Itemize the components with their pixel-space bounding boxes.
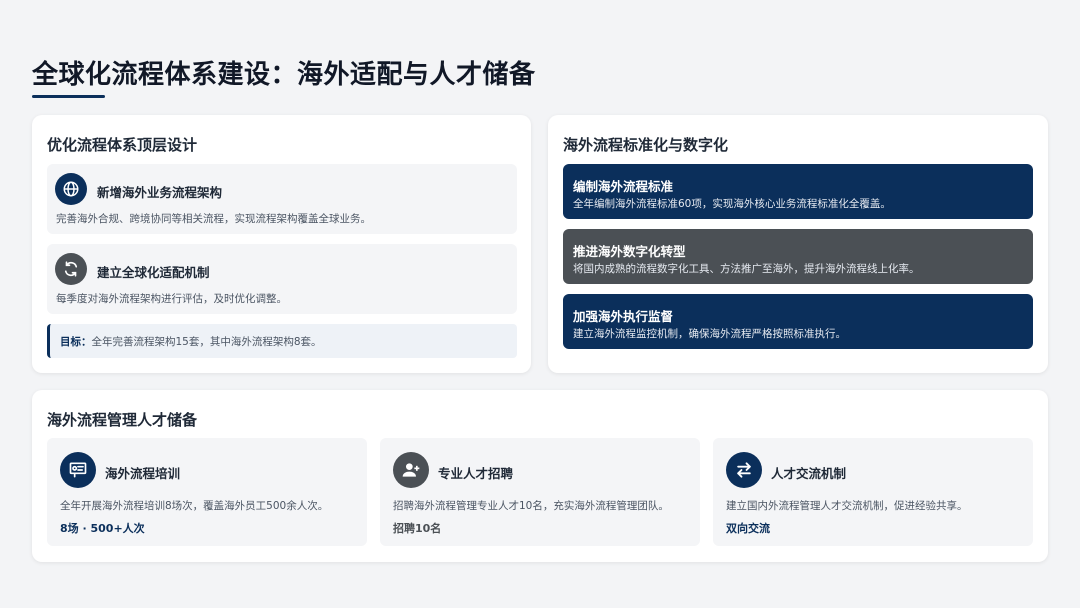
talent-stat: 双向交流 <box>726 522 770 535</box>
talent-card: 海外流程管理人才储备 海外流程培训 全年开展海外流程培训8场次，覆盖海外员工50… <box>32 390 1048 562</box>
top-design-heading: 优化流程体系顶层设计 <box>47 136 198 154</box>
std-item-supervision: 加强海外执行监督 建立海外流程监控机制，确保海外流程严格按照标准执行。 <box>563 294 1033 349</box>
goal-label: 目标： <box>60 335 92 348</box>
talent-item-recruitment: 专业人才招聘 招聘海外流程管理专业人才10名，充实海外流程管理团队。 招聘10名 <box>380 438 700 546</box>
item-desc: 完善海外合规、跨境协同等相关流程，实现流程架构覆盖全球业务。 <box>56 213 371 225</box>
refresh-icon <box>55 253 87 285</box>
talent-desc: 招聘海外流程管理专业人才10名，充实海外流程管理团队。 <box>393 500 669 512</box>
top-design-card: 优化流程体系顶层设计 新增海外业务流程架构 完善海外合规、跨境协同等相关流程，实… <box>32 115 531 373</box>
title-underline <box>32 95 105 98</box>
standardization-card: 海外流程标准化与数字化 编制海外流程标准 全年编制海外流程标准60项，实现海外核… <box>548 115 1048 373</box>
talent-heading: 海外流程管理人才储备 <box>47 411 198 429</box>
talent-desc: 建立国内外流程管理人才交流机制，促进经验共享。 <box>726 500 968 512</box>
talent-stat: 8场 · 500+人次 <box>60 522 145 535</box>
talent-item-training: 海外流程培训 全年开展海外流程培训8场次，覆盖海外员工500余人次。 8场 · … <box>47 438 367 546</box>
std-desc: 全年编制海外流程标准60项，实现海外核心业务流程标准化全覆盖。 <box>573 198 891 210</box>
std-title: 加强海外执行监督 <box>573 309 674 324</box>
item-desc: 每季度对海外流程架构进行评估，及时优化调整。 <box>56 293 287 305</box>
top-design-item-adaptation: 建立全球化适配机制 每季度对海外流程架构进行评估，及时优化调整。 <box>47 244 517 314</box>
std-item-standards: 编制海外流程标准 全年编制海外流程标准60项，实现海外核心业务流程标准化全覆盖。 <box>563 164 1033 219</box>
item-title: 建立全球化适配机制 <box>97 265 210 280</box>
std-title: 推进海外数字化转型 <box>573 244 686 259</box>
talent-title: 人才交流机制 <box>771 466 847 481</box>
std-title: 编制海外流程标准 <box>573 179 674 194</box>
talent-item-exchange: 人才交流机制 建立国内外流程管理人才交流机制，促进经验共享。 双向交流 <box>713 438 1033 546</box>
talent-title: 海外流程培训 <box>105 466 181 481</box>
std-desc: 建立海外流程监控机制，确保海外流程严格按照标准执行。 <box>573 328 846 340</box>
standardization-heading: 海外流程标准化与数字化 <box>563 136 729 154</box>
talent-stat: 招聘10名 <box>393 522 442 535</box>
training-icon <box>60 452 96 488</box>
item-title: 新增海外业务流程架构 <box>97 185 223 200</box>
goal-box: 目标： 全年完善流程架构15套，其中海外流程架构8套。 <box>47 324 517 358</box>
std-desc: 将国内成熟的流程数字化工具、方法推广至海外，提升海外流程线上化率。 <box>573 263 920 275</box>
exchange-icon <box>726 452 762 488</box>
top-design-item-architecture: 新增海外业务流程架构 完善海外合规、跨境协同等相关流程，实现流程架构覆盖全球业务… <box>47 164 517 234</box>
add-user-icon <box>393 452 429 488</box>
globe-icon <box>55 173 87 205</box>
page-title: 全球化流程体系建设：海外适配与人才储备 <box>32 60 536 90</box>
talent-desc: 全年开展海外流程培训8场次，覆盖海外员工500余人次。 <box>60 500 329 512</box>
std-item-digital: 推进海外数字化转型 将国内成熟的流程数字化工具、方法推广至海外，提升海外流程线上… <box>563 229 1033 284</box>
talent-title: 专业人才招聘 <box>438 466 514 481</box>
goal-text: 全年完善流程架构15套，其中海外流程架构8套。 <box>91 335 322 348</box>
